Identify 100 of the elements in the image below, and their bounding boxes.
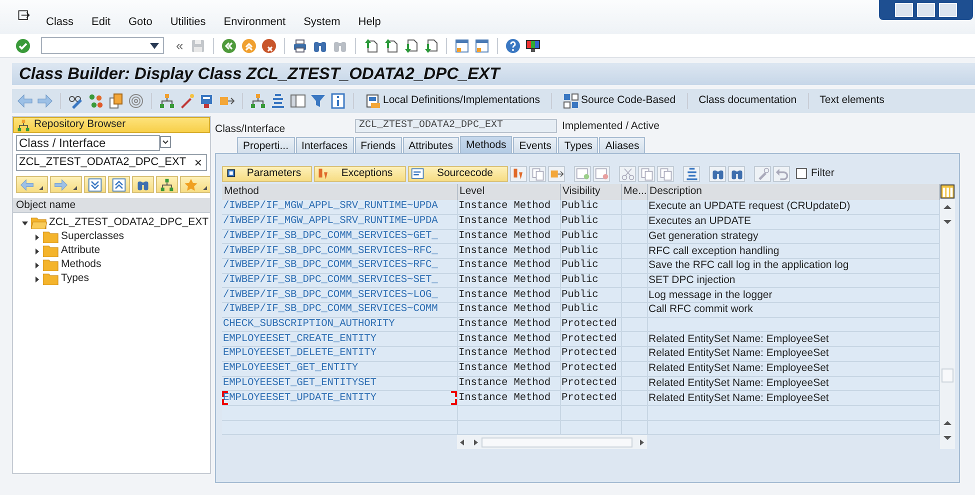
toolbar-button[interactable]: Local Definitions/Implementations <box>361 91 544 111</box>
menu-item[interactable]: Environment <box>214 14 295 30</box>
page-up-icon[interactable] <box>383 38 400 54</box>
right-arrow-icon[interactable] <box>37 93 53 109</box>
expand-caret-icon[interactable] <box>33 232 41 242</box>
monitor-icon[interactable] <box>525 38 542 54</box>
method-link[interactable]: /IWBEP/IF_SB_DPC_COMM_SERVICES~GET_ <box>222 229 457 244</box>
swap-button[interactable] <box>510 166 527 182</box>
command-field[interactable] <box>41 37 164 54</box>
filter-icon[interactable] <box>310 93 326 109</box>
column-header[interactable]: Method <box>222 184 457 200</box>
tab[interactable]: Events <box>513 137 558 153</box>
menu-item[interactable]: System <box>294 14 350 30</box>
column-settings-icon[interactable] <box>940 184 954 199</box>
copy-button[interactable] <box>638 166 655 182</box>
tree-item[interactable]: Methods <box>61 257 102 273</box>
toolbar-button[interactable]: Text elements <box>816 91 888 111</box>
method-link[interactable]: /IWBEP/IF_SB_DPC_COMM_SERVICES~COMM <box>222 302 457 318</box>
method-link[interactable]: /IWBEP/IF_SB_DPC_COMM_SERVICES~LOG_ <box>222 288 457 303</box>
hierarchy-icon[interactable] <box>159 93 175 109</box>
method-link[interactable]: EMPLOYEESET_CREATE_ENTITY <box>222 332 457 347</box>
menu-item[interactable]: Help <box>349 14 390 30</box>
filter-checkbox[interactable] <box>796 168 807 179</box>
tab[interactable]: Aliases <box>599 137 646 153</box>
toolbar-button[interactable] <box>132 176 154 193</box>
page-down-icon[interactable] <box>403 38 420 54</box>
toolbar-button[interactable]: Class documentation <box>694 91 801 111</box>
toolbar-button[interactable]: Source Code-Based <box>559 91 680 111</box>
method-link[interactable]: EMPLOYEESET_DELETE_ENTITY <box>222 346 457 362</box>
stack-icon[interactable] <box>270 93 286 109</box>
toolbar-button[interactable]: Exceptions <box>314 166 406 182</box>
pages-icon[interactable] <box>108 93 124 109</box>
toolbar-button[interactable] <box>156 176 178 193</box>
object-name-field[interactable]: ZCL_ZTEST_ODATA2_DPC_EXT × <box>16 154 207 171</box>
page-up-icon[interactable] <box>363 38 380 54</box>
method-link[interactable]: EMPLOYEESET_GET_ENTITY <box>222 361 457 376</box>
toolbar-button[interactable]: Parameters <box>222 166 312 182</box>
paste-button[interactable] <box>657 166 674 182</box>
method-link[interactable]: /IWBEP/IF_MGW_APPL_SRV_RUNTIME~UPDA <box>222 200 457 214</box>
expand-caret-icon[interactable] <box>33 260 41 270</box>
tab[interactable]: Attributes <box>402 137 460 153</box>
collapse-button[interactable]: « <box>176 36 184 56</box>
stack-button[interactable] <box>683 166 700 182</box>
toolbar-button[interactable] <box>50 176 82 193</box>
check-icon[interactable] <box>15 38 31 54</box>
dropdown-arrow-icon[interactable] <box>150 42 159 48</box>
copy-button[interactable] <box>529 166 546 182</box>
delete-row-button[interactable] <box>593 166 610 182</box>
arrows-button[interactable] <box>548 166 565 182</box>
menu-item[interactable]: Edit <box>82 14 120 30</box>
tree-item[interactable]: Attribute <box>61 243 100 259</box>
clear-button[interactable]: × <box>192 155 204 170</box>
method-link[interactable]: /IWBEP/IF_MGW_APPL_SRV_RUNTIME~UPDA <box>222 214 457 230</box>
menu-item[interactable]: Class <box>37 14 83 30</box>
expand-caret-icon[interactable] <box>33 274 41 284</box>
column-header[interactable]: Level <box>457 184 560 200</box>
new-window-icon[interactable] <box>454 38 470 54</box>
tab[interactable]: Friends <box>354 137 402 153</box>
menu-item[interactable]: Utilities <box>161 14 215 30</box>
nodes-icon[interactable] <box>88 93 104 109</box>
tree-item[interactable]: Types <box>61 271 90 287</box>
tree-item[interactable]: ZCL_ZTEST_ODATA2_DPC_EXT <box>49 215 208 231</box>
menu-item[interactable]: Goto <box>119 14 162 30</box>
page-down-icon[interactable] <box>423 38 440 54</box>
toolbar-button[interactable]: Sourcecode <box>408 166 508 182</box>
column-header[interactable]: Visibility <box>560 184 621 200</box>
info-icon[interactable] <box>330 93 346 109</box>
add-row-button[interactable] <box>574 166 591 182</box>
menu-icon[interactable] <box>17 9 31 23</box>
block-icon[interactable] <box>199 93 215 109</box>
cancel-icon[interactable] <box>261 38 278 54</box>
glasses-icon[interactable] <box>68 93 84 109</box>
spiral-icon[interactable] <box>128 93 144 109</box>
method-link[interactable]: /IWBEP/IF_SB_DPC_COMM_SERVICES~RFC_ <box>222 244 457 258</box>
method-link[interactable]: EMPLOYEESET_GET_ENTITYSET <box>222 376 457 391</box>
expand-caret-icon[interactable] <box>33 246 41 256</box>
collapse-caret-icon[interactable] <box>21 218 29 228</box>
column-header[interactable]: Me... <box>621 184 647 200</box>
list-icon[interactable] <box>290 93 306 109</box>
tab[interactable]: Properti... <box>237 137 295 153</box>
method-link[interactable]: CHECK_SUBSCRIPTION_AUTHORITY <box>222 317 457 332</box>
object-type-dropdown[interactable]: Class / Interface <box>16 135 160 151</box>
tab[interactable]: Types <box>558 137 598 153</box>
find-next-button[interactable] <box>728 166 745 182</box>
back-icon[interactable] <box>221 38 238 54</box>
help-icon[interactable] <box>505 38 522 54</box>
toolbar-button[interactable] <box>84 176 106 193</box>
toolbar-button[interactable] <box>108 176 130 193</box>
window-icon[interactable] <box>474 38 490 54</box>
toolbar-button[interactable] <box>16 176 48 193</box>
method-link[interactable]: /IWBEP/IF_SB_DPC_COMM_SERVICES~RFC_ <box>222 258 457 274</box>
method-link[interactable]: /IWBEP/IF_SB_DPC_COMM_SERVICES~SET_ <box>222 273 457 288</box>
column-header[interactable]: Description <box>647 184 939 200</box>
tab[interactable]: Methods <box>460 136 512 153</box>
find-button[interactable] <box>709 166 726 182</box>
print-icon[interactable] <box>292 38 308 54</box>
wand-icon[interactable] <box>179 93 195 109</box>
hierarchy-icon[interactable] <box>250 93 266 109</box>
left-arrow-icon[interactable] <box>17 93 33 109</box>
method-link[interactable]: EMPLOYEESET_UPDATE_ENTITY <box>222 390 457 406</box>
